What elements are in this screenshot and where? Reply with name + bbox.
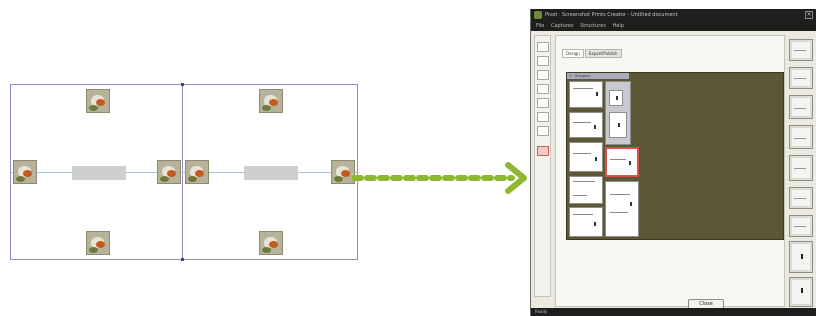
flower-thumbnail-icon xyxy=(259,231,283,255)
window-close-icon[interactable]: × xyxy=(805,11,813,19)
panel-tabs: Design Export/Publish xyxy=(562,40,623,58)
divider-top-handle xyxy=(181,83,184,86)
status-bar: Ready xyxy=(531,308,816,316)
screenshot-thumbnail[interactable] xyxy=(569,81,603,108)
design-panel: Design Export/Publish 1 · Grouped Close xyxy=(555,35,785,309)
capture-thumbnail[interactable] xyxy=(789,125,813,149)
flower-thumbnail-icon xyxy=(157,160,181,184)
menu-structures[interactable]: Structures xyxy=(580,23,606,29)
align-tool-icon[interactable] xyxy=(537,84,549,94)
frame-tool-icon[interactable] xyxy=(537,56,549,66)
split-tool-icon[interactable] xyxy=(537,98,549,108)
menu-bar: File Captures Structures Help xyxy=(531,21,816,31)
flower-thumbnail-icon xyxy=(185,160,209,184)
capture-thumbnail[interactable] xyxy=(789,277,813,307)
grid-tool-icon[interactable] xyxy=(537,70,549,80)
menu-file[interactable]: File xyxy=(536,23,544,29)
selected-thumbnail[interactable] xyxy=(605,147,639,177)
flower-thumbnail-icon xyxy=(259,89,283,113)
capture-thumbnail[interactable] xyxy=(789,95,813,119)
capture-thumbnail[interactable] xyxy=(789,241,813,273)
app-logo-icon xyxy=(534,11,542,19)
screenshot-thumbnail[interactable] xyxy=(569,142,603,172)
screenshot-thumbnail[interactable] xyxy=(569,207,603,237)
capture-thumbnail[interactable] xyxy=(789,155,813,181)
tab-design[interactable]: Design xyxy=(562,49,584,58)
dashed-right-arrow-icon xyxy=(352,162,527,194)
capture-thumbnail[interactable] xyxy=(789,67,813,89)
window-title: Pivot · Screenshot Prints Creator - Unti… xyxy=(545,12,678,18)
layout-canvas[interactable]: 1 · Grouped xyxy=(566,72,784,240)
grouped-column[interactable] xyxy=(605,81,631,145)
left-placeholder-bar xyxy=(72,166,126,180)
menu-help[interactable]: Help xyxy=(613,23,624,29)
app-window: Pivot · Screenshot Prints Creator - Unti… xyxy=(530,9,816,316)
capture-thumbnail[interactable] xyxy=(789,39,813,61)
layout-diagram xyxy=(10,83,359,261)
group-tool-icon[interactable] xyxy=(537,112,549,122)
capture-strip xyxy=(789,39,815,309)
screenshot-thumbnail[interactable] xyxy=(569,176,603,204)
title-bar: Pivot · Screenshot Prints Creator - Unti… xyxy=(531,9,816,21)
flower-thumbnail-icon xyxy=(13,160,37,184)
tab-export[interactable]: Export/Publish xyxy=(584,49,622,58)
capture-thumbnail[interactable] xyxy=(789,215,813,237)
screenshot-thumbnail[interactable] xyxy=(569,112,603,138)
right-placeholder-bar xyxy=(244,166,298,180)
flower-thumbnail-icon xyxy=(86,89,110,113)
divider-bottom-handle xyxy=(181,258,184,261)
delete-tool-icon[interactable] xyxy=(537,146,549,156)
text-tool-icon[interactable] xyxy=(537,126,549,136)
flower-thumbnail-icon xyxy=(86,231,110,255)
tool-palette xyxy=(534,35,551,297)
select-tool-icon[interactable] xyxy=(537,42,549,52)
menu-captures[interactable]: Captures xyxy=(551,23,574,29)
canvas-header: 1 · Grouped xyxy=(567,73,629,79)
screenshot-thumbnail[interactable] xyxy=(605,181,639,237)
capture-thumbnail[interactable] xyxy=(789,187,813,209)
